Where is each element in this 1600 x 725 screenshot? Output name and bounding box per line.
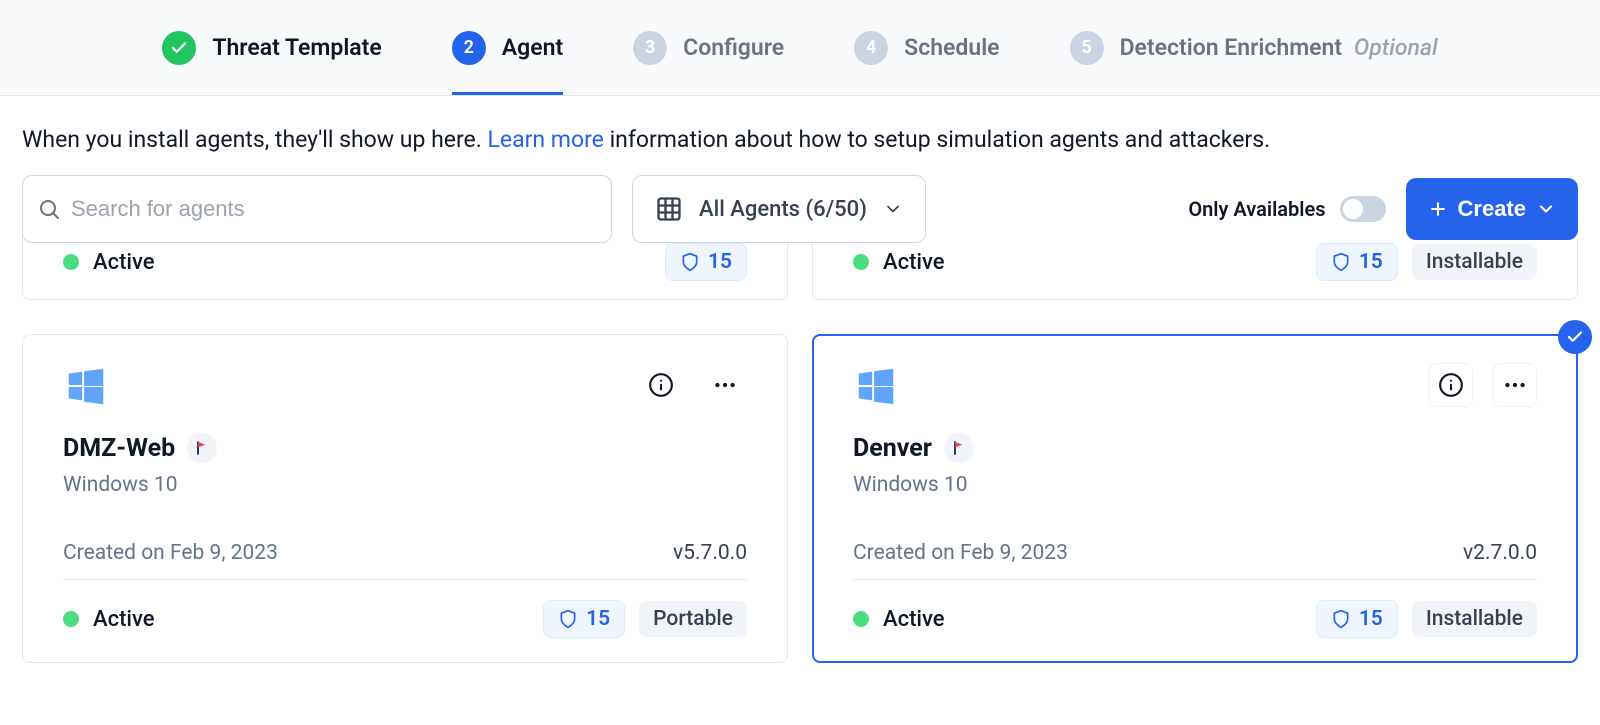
only-availables-toggle-group: Only Availables — [1188, 196, 1385, 222]
step-optional-text: Optional — [1354, 34, 1438, 61]
status-dot-icon — [853, 254, 869, 270]
grid-icon — [655, 195, 683, 223]
shield-count: 15 — [1359, 250, 1383, 274]
agent-filter-select[interactable]: All Agents (6/50) — [632, 175, 926, 243]
agent-os: Windows 10 — [63, 473, 747, 497]
info-prefix: When you install agents, they'll show up… — [22, 126, 488, 153]
shield-count-badge[interactable]: 15 — [1316, 600, 1398, 638]
selected-check-icon — [1558, 320, 1592, 354]
search-input[interactable] — [71, 196, 597, 222]
status-dot-icon — [63, 254, 79, 270]
step-label: Configure — [683, 34, 784, 61]
agent-name: Denver — [853, 434, 932, 463]
agent-badge-icon — [944, 433, 974, 463]
shield-count: 15 — [1359, 607, 1383, 631]
step-label: Schedule — [904, 34, 999, 61]
plus-icon — [1428, 199, 1448, 219]
agent-tag: Installable — [1412, 244, 1537, 280]
step-label: Threat Template — [212, 34, 381, 61]
step-schedule[interactable]: 4 Schedule — [854, 0, 999, 95]
shield-count: 15 — [708, 250, 732, 274]
search-input-wrapper[interactable] — [22, 175, 612, 243]
only-availables-label: Only Availables — [1188, 197, 1325, 221]
step-agent[interactable]: 2 Agent — [452, 0, 563, 95]
stepper: Threat Template 2 Agent 3 Configure 4 Sc… — [0, 0, 1600, 96]
windows-icon — [63, 363, 109, 409]
agent-version: v2.7.0.0 — [1463, 541, 1537, 565]
agent-card-partial[interactable]: Active 15 — [22, 237, 788, 300]
controls-bar: All Agents (6/50) Only Availables Create — [0, 175, 1600, 243]
step-number: 2 — [452, 31, 486, 65]
info-icon[interactable] — [1429, 363, 1473, 407]
create-label: Create — [1458, 196, 1526, 222]
status-dot-icon — [63, 611, 79, 627]
agent-os: Windows 10 — [853, 473, 1537, 497]
search-icon — [37, 197, 61, 221]
shield-count-badge[interactable]: 15 — [665, 243, 747, 281]
create-button[interactable]: Create — [1406, 178, 1578, 240]
status-dot-icon — [853, 611, 869, 627]
agent-created: Created on Feb 9, 2023 — [63, 541, 278, 565]
shield-count-badge[interactable]: 15 — [543, 600, 625, 638]
agent-created: Created on Feb 9, 2023 — [853, 541, 1068, 565]
status-text: Active — [883, 250, 945, 275]
agent-tag: Portable — [639, 601, 747, 637]
more-icon[interactable] — [1493, 363, 1537, 407]
agent-card[interactable]: DMZ-Web Windows 10 Created on Feb 9, 202… — [22, 334, 788, 663]
shield-count: 15 — [586, 607, 610, 631]
status-text: Active — [93, 607, 155, 632]
step-configure[interactable]: 3 Configure — [633, 0, 784, 95]
status-text: Active — [883, 607, 945, 632]
agent-card-partial[interactable]: Active 15 Installable — [812, 237, 1578, 300]
status-text: Active — [93, 250, 155, 275]
shield-count-badge[interactable]: 15 — [1316, 243, 1398, 281]
learn-more-link[interactable]: Learn more — [488, 126, 604, 153]
only-availables-toggle[interactable] — [1340, 196, 1386, 222]
toggle-knob — [1343, 199, 1363, 219]
step-threat-template[interactable]: Threat Template — [162, 0, 381, 95]
agent-cards: Active 15 — [0, 237, 1600, 685]
step-number: 4 — [854, 31, 888, 65]
step-detection-enrichment[interactable]: 5 Detection Enrichment Optional — [1070, 0, 1438, 95]
agent-name: DMZ-Web — [63, 434, 175, 463]
agent-badge-icon — [187, 433, 217, 463]
check-icon — [162, 31, 196, 65]
chevron-down-icon — [883, 199, 903, 219]
filter-label: All Agents (6/50) — [699, 197, 867, 222]
agent-card[interactable]: Denver Windows 10 Created on Feb 9, 2023… — [812, 334, 1578, 663]
step-label: Detection Enrichment Optional — [1120, 34, 1438, 61]
agent-version: v5.7.0.0 — [673, 541, 747, 565]
chevron-down-icon — [1536, 199, 1556, 219]
step-label: Agent — [502, 34, 563, 61]
step-number: 5 — [1070, 31, 1104, 65]
info-text: When you install agents, they'll show up… — [0, 96, 1600, 175]
step-label-text: Detection Enrichment — [1120, 34, 1343, 61]
info-suffix: information about how to setup simulatio… — [604, 126, 1270, 153]
more-icon[interactable] — [703, 363, 747, 407]
agent-tag: Installable — [1412, 601, 1537, 637]
info-icon[interactable] — [639, 363, 683, 407]
step-number: 3 — [633, 31, 667, 65]
windows-icon — [853, 363, 899, 409]
